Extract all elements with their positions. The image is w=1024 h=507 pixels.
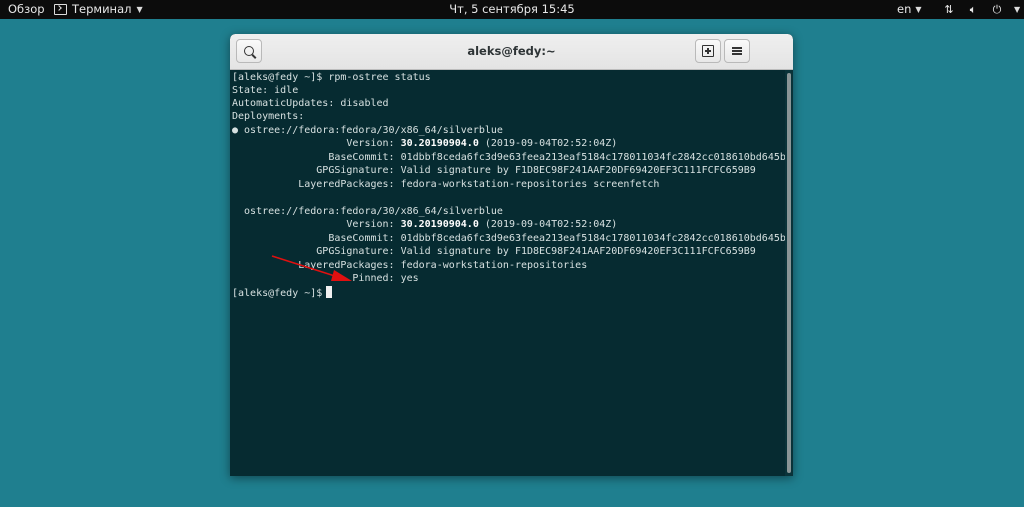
output-line: State: idle <box>232 85 299 96</box>
search-button[interactable] <box>236 39 262 63</box>
menu-button[interactable] <box>724 39 750 63</box>
output-line: ● ostree://fedora:fedora/30/x86_64/silve… <box>232 125 503 136</box>
output-line: BaseCommit: 01dbbf8ceda6fc3d9e63feea213e… <box>232 152 786 163</box>
title-bar[interactable]: aleks@fedy:~ ✕ <box>230 34 793 70</box>
output-line: Version: 30.20190904.0 (2019-09-04T02:52… <box>232 218 617 231</box>
language-label: en <box>897 2 912 16</box>
output-line: GPGSignature: Valid signature by F1D8EC9… <box>232 246 756 257</box>
search-icon <box>244 46 254 56</box>
version-date: (2019-09-04T02:52:04Z) <box>478 219 618 230</box>
output-line: AutomaticUpdates: disabled <box>232 98 389 109</box>
final-prompt-line: [aleks@fedy ~]$ <box>232 286 333 299</box>
prompt: [aleks@fedy ~]$ <box>232 72 323 83</box>
output-line: Version: 30.20190904.0 (2019-09-04T02:52… <box>232 137 617 150</box>
version-date: (2019-09-04T02:52:04Z) <box>478 138 618 149</box>
terminal-output[interactable]: [aleks@fedy ~]$ rpm-ostree status State:… <box>230 70 786 476</box>
power-icon: ⏻ <box>992 3 1002 16</box>
output-line: LayeredPackages: fedora-workstation-repo… <box>232 179 660 190</box>
top-bar: Обзор Терминал ▼ Чт, 5 сентября 15:45 en… <box>0 0 1024 19</box>
output-line: BaseCommit: 01dbbf8ceda6fc3d9e63feea213e… <box>232 233 786 244</box>
version-label: Version: <box>232 219 401 230</box>
chevron-down-icon: ▼ <box>1014 5 1021 14</box>
language-selector[interactable]: en ▼ <box>897 0 922 19</box>
hamburger-menu-icon <box>732 47 742 55</box>
output-line: GPGSignature: Valid signature by F1D8EC9… <box>232 165 756 176</box>
clock[interactable]: Чт, 5 сентября 15:45 <box>0 0 1024 19</box>
scrollbar[interactable] <box>785 70 793 476</box>
command: rpm-ostree status <box>322 72 431 83</box>
new-tab-icon <box>702 45 714 57</box>
network-icon: ⇅ <box>944 3 954 16</box>
prompt: [aleks@fedy ~]$ <box>232 288 323 299</box>
terminal-window: aleks@fedy:~ ✕ [aleks@fedy ~]$ rpm-ostre… <box>230 34 793 476</box>
version-number: 30.20190904.0 <box>400 138 479 149</box>
output-line: ostree://fedora:fedora/30/x86_64/silverb… <box>232 206 503 217</box>
new-tab-button[interactable] <box>695 39 721 63</box>
output-line: LayeredPackages: fedora-workstation-repo… <box>232 260 588 271</box>
version-number: 30.20190904.0 <box>400 219 479 230</box>
chevron-down-icon: ▼ <box>915 5 922 14</box>
text-cursor <box>326 286 333 298</box>
system-menu[interactable]: ⇅ 🔈︎ ⏻ ▼ <box>942 0 1020 19</box>
command-line: [aleks@fedy ~]$ rpm-ostree status <box>232 71 431 84</box>
version-label: Version: <box>232 138 401 149</box>
scrollbar-thumb[interactable] <box>787 73 791 473</box>
output-line: Deployments: <box>232 111 305 122</box>
volume-icon: 🔈︎ <box>969 3 977 16</box>
pinned-line: Pinned: yes <box>232 273 419 284</box>
